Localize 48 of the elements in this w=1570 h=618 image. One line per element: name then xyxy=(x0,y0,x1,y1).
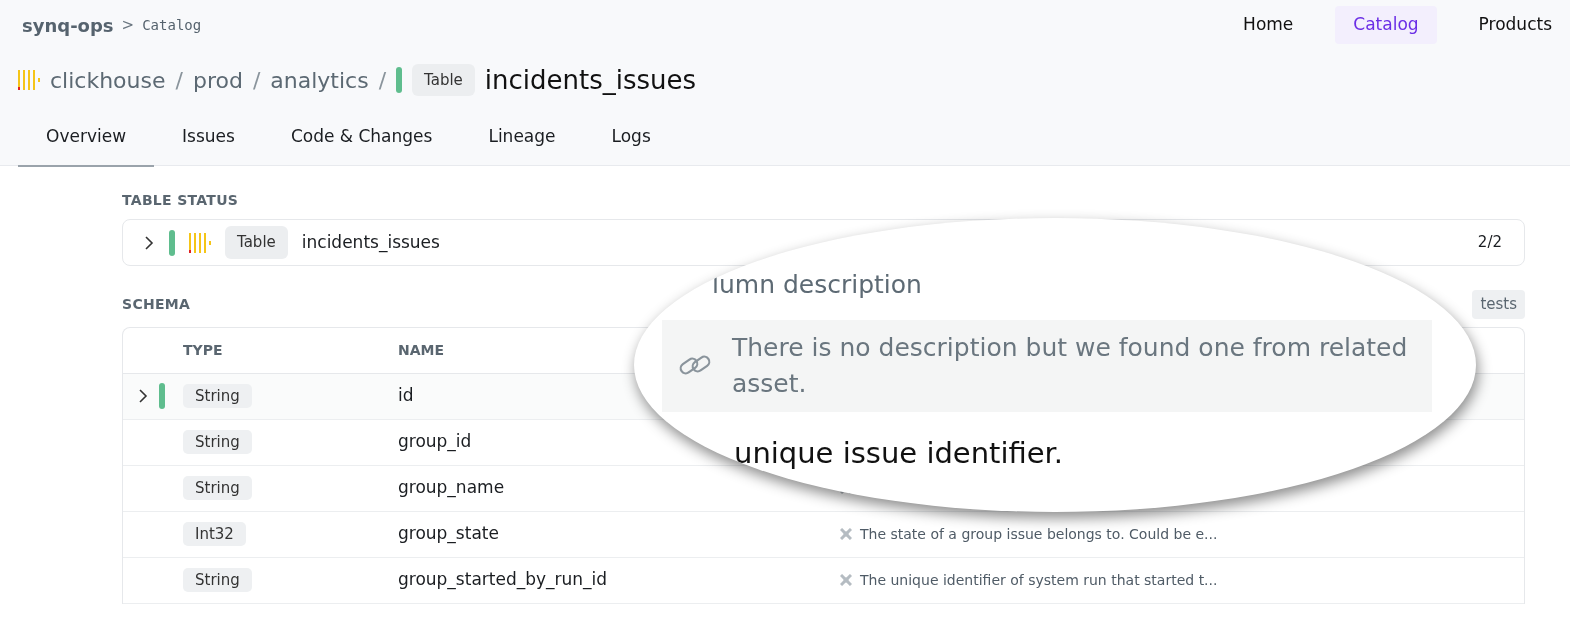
column-name: group_name xyxy=(398,477,505,498)
section-heading: TABLE STATUS xyxy=(122,191,240,210)
column-header: NAME xyxy=(398,342,445,359)
database-logo-icon xyxy=(18,68,40,92)
column-name: group_id xyxy=(398,431,472,452)
tab[interactable]: Code & Changes xyxy=(262,110,461,167)
section-heading: SCHEMA xyxy=(122,294,191,314)
column-name: group_started_by_run_id xyxy=(398,569,608,590)
magnified-description: unique issue identifier. xyxy=(733,435,1065,472)
magnified-heading: lumn description xyxy=(711,269,923,301)
table-name: incidents_issues xyxy=(301,230,440,255)
column-header: TYPE xyxy=(183,342,223,358)
breadcrumb-link[interactable]: prod xyxy=(192,63,243,97)
tab[interactable]: Overview xyxy=(18,110,155,167)
type-tag: String xyxy=(183,384,252,408)
test-count: 2/2 xyxy=(1477,232,1502,254)
breadcrumb-separator: > xyxy=(121,14,135,36)
org-name[interactable]: synq-ops xyxy=(22,11,114,39)
type-tag: String xyxy=(183,430,252,454)
column-name: group_state xyxy=(398,523,499,544)
type-tag: String xyxy=(183,476,252,500)
tests-tag[interactable]: tests xyxy=(1472,290,1525,319)
section-link[interactable]: Catalog xyxy=(142,14,202,36)
status-bar-indicator xyxy=(396,67,403,93)
nav-link[interactable]: Home xyxy=(1225,6,1312,44)
column-description: The unique identifier of system run that started t... xyxy=(860,570,1218,590)
type-tag: Table xyxy=(225,226,288,259)
page-title: incidents_issues xyxy=(484,63,697,97)
nav-link[interactable]: Products xyxy=(1460,6,1570,44)
breadcrumb-link[interactable]: analytics xyxy=(270,63,369,97)
tab[interactable]: Lineage xyxy=(460,110,584,167)
tab[interactable]: Issues xyxy=(154,110,263,167)
type-tag: Int32 xyxy=(183,522,246,546)
breadcrumb-link[interactable]: clickhouse xyxy=(50,63,166,97)
database-logo-icon xyxy=(189,230,211,255)
status-bar-indicator xyxy=(159,383,165,409)
column-name: id xyxy=(398,385,414,406)
column-description: The state of a group issue belongs to. Could be e... xyxy=(860,524,1218,544)
type-tag: String xyxy=(183,568,252,592)
breadcrumb-separator: / xyxy=(252,66,261,95)
tab[interactable]: Logs xyxy=(583,110,679,167)
chevron-right-icon xyxy=(143,234,155,251)
status-bar-indicator xyxy=(169,229,175,256)
magnified-notice: There is no description but we found one from related asset. xyxy=(732,331,1409,400)
breadcrumb-separator: / xyxy=(378,66,387,95)
type-tag: Table xyxy=(412,63,475,97)
breadcrumb-separator: / xyxy=(175,66,183,95)
nav-link[interactable]: Catalog xyxy=(1335,6,1437,44)
